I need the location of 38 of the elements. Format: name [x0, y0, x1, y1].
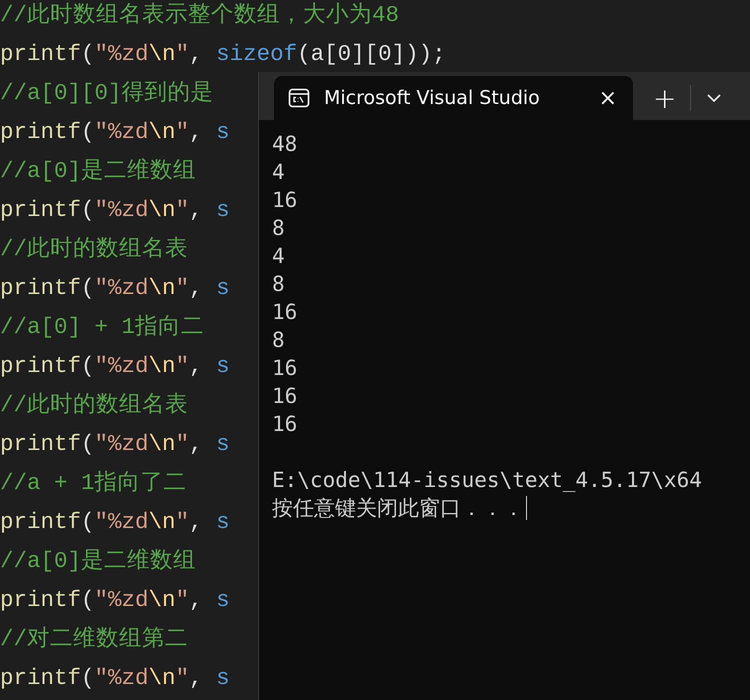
code-line: printf("%zd\n", s: [0, 586, 230, 615]
code-line: //a[0]是二维数组: [0, 157, 196, 186]
code-line: printf("%zd\n", s: [0, 118, 230, 147]
output-line: 4: [272, 243, 285, 270]
new-tab-button[interactable]: +: [645, 76, 684, 120]
output-line: 按任意键关闭此窗口．．．: [272, 495, 524, 522]
code-line: printf("%zd\n", s: [0, 196, 230, 225]
output-line: 4: [272, 159, 285, 186]
code-line: //a[0][0]得到的是: [0, 79, 214, 108]
output-line: 16: [272, 355, 298, 382]
terminal-tab[interactable]: Microsoft Visual Studio ×: [274, 76, 633, 120]
code-line: //此时的数组名表: [0, 391, 188, 420]
output-line: E:\code\114-issues\text_4.5.17\x64: [272, 467, 702, 494]
text-cursor: [526, 496, 527, 520]
code-line: //此时的数组名表: [0, 235, 188, 264]
output-line: 16: [272, 299, 298, 326]
code-line: printf("%zd\n", s: [0, 430, 230, 459]
chevron-down-icon: [707, 94, 722, 102]
output-line: 48: [272, 131, 298, 158]
output-line: 16: [272, 383, 298, 410]
code-line: //a[0] + 1指向二: [0, 313, 204, 342]
output-line: 8: [272, 271, 285, 298]
close-button[interactable]: ×: [594, 86, 621, 110]
code-line: printf("%zd\n", s: [0, 664, 230, 693]
code-line: printf("%zd\n", sizeof(a[0][0]));: [0, 40, 446, 69]
code-line: //a + 1指向了二: [0, 469, 187, 498]
console-icon: [288, 87, 310, 109]
output-line: 16: [272, 411, 298, 438]
code-line: //对二维数组第二: [0, 625, 188, 654]
code-line: //此时数组名表示整个数组，大小为48: [0, 1, 400, 30]
code-line: printf("%zd\n", s: [0, 352, 230, 381]
code-line: printf("%zd\n", s: [0, 274, 230, 303]
code-line: printf("%zd\n", s: [0, 508, 230, 537]
code-line: //a[0]是二维数组: [0, 547, 196, 576]
output-line: 8: [272, 215, 285, 242]
output-line: 16: [272, 187, 298, 214]
tab-title: Microsoft Visual Studio: [324, 87, 541, 109]
output-line: 8: [272, 327, 285, 354]
